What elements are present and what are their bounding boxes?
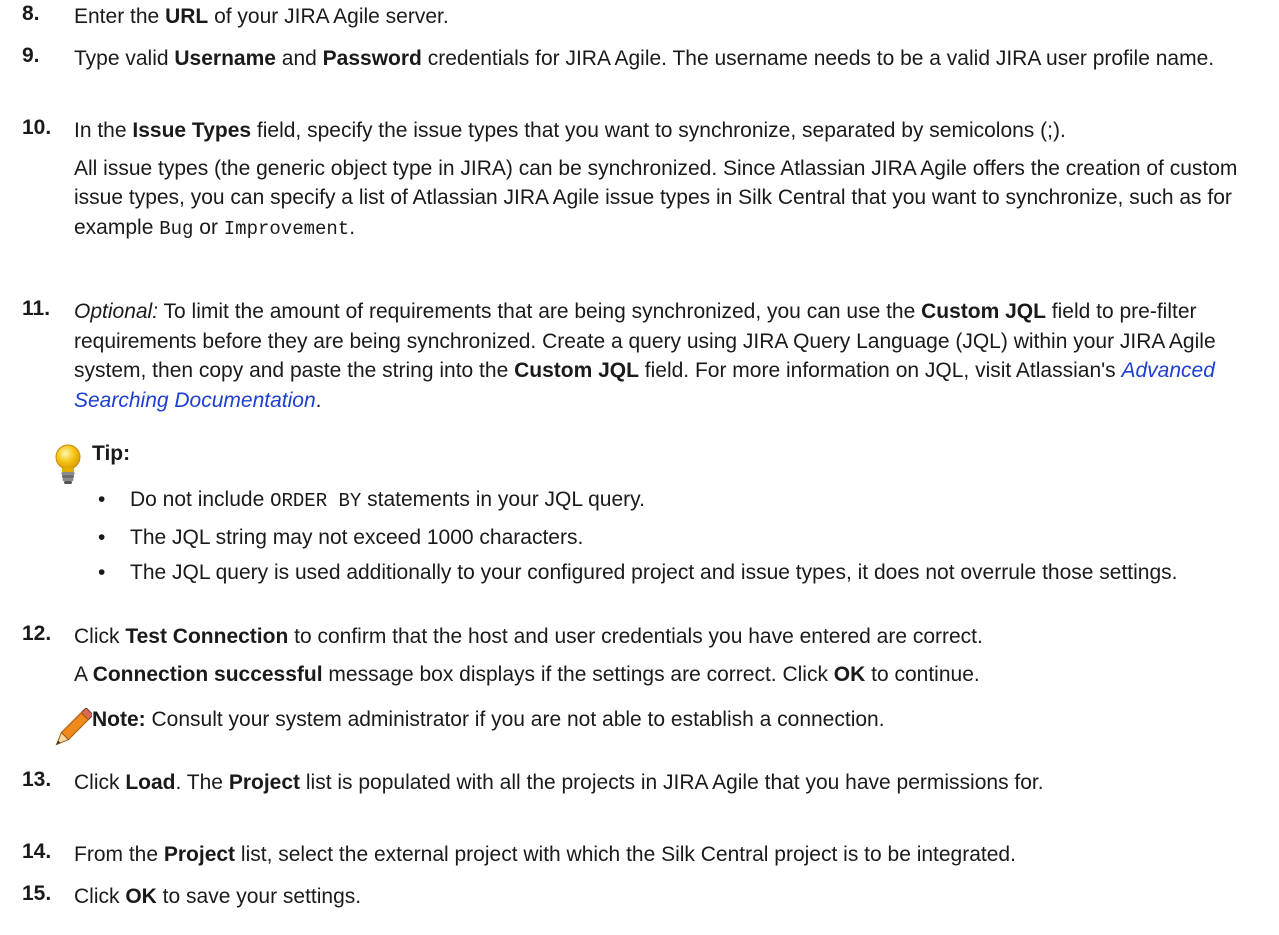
step-text: Enter the URL of your JIRA Agile server. [74,5,449,28]
tip-list: Do not include ORDER BY statements in yo… [93,485,1267,594]
step-text: In the Issue Types field, specify the is… [74,116,1267,244]
step-text: From the Project list, select the extern… [74,843,1016,866]
step-number: 8. [22,2,40,25]
tip-label: Tip: [92,442,131,465]
step-number: 10. [22,116,52,139]
step-detail: A Connection successful message box disp… [74,662,980,686]
note-block: Note: Consult your system administrator … [22,708,1267,752]
step-text: Click OK to save your settings. [74,885,362,908]
list-item: Do not include ORDER BY statements in yo… [93,485,1267,517]
pencil-icon [55,708,92,746]
step-number: 14. [22,840,52,863]
step-number: 13. [22,768,52,791]
step-number: 15. [22,882,52,905]
step-text: Optional: To limit the amount of require… [74,300,1216,412]
tip-block: Tip: Do not include ORDER BY statements … [22,442,1267,612]
step-detail: All issue types (the generic object type… [74,156,1238,240]
step-text: Click Load. The Project list is populate… [74,771,1044,794]
lightbulb-icon [55,444,81,484]
step-number: 11. [22,297,51,320]
step-number: 9. [22,44,40,67]
list-item: The JQL string may not exceed 1000 chara… [93,523,1267,553]
step-text: Click Test Connection to confirm that th… [74,622,1267,689]
step-number: 12. [22,622,52,645]
list-item: The JQL query is used additionally to yo… [93,558,1267,588]
step-text: Type valid Username and Password credent… [74,47,1215,70]
note-text: Note: Consult your system administrator … [92,708,885,731]
